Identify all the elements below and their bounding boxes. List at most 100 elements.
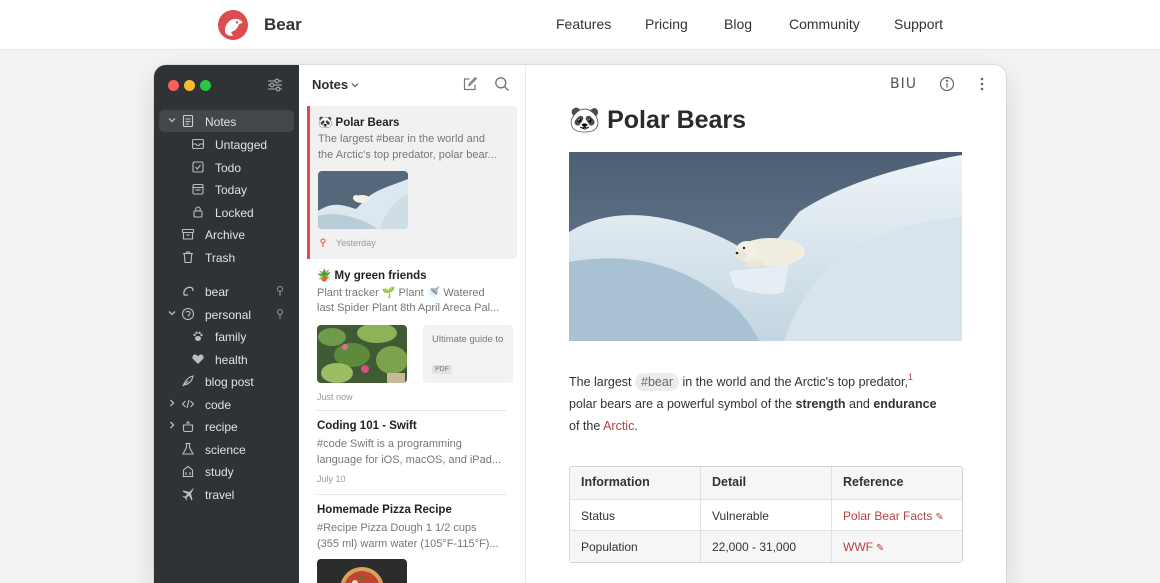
filter-sliders-icon[interactable] (266, 76, 284, 94)
pin-icon (277, 286, 283, 296)
pin-icon (320, 238, 326, 247)
sidebar-item-untagged[interactable]: Untagged (159, 133, 294, 155)
sidebar-item-recipe[interactable]: recipe (159, 415, 294, 437)
reference-link[interactable]: Polar Bear Facts (843, 509, 932, 523)
brand-name[interactable]: Bear (264, 15, 302, 35)
todo-checkbox-icon (192, 161, 204, 173)
plane-icon (182, 488, 194, 501)
sidebar-item-archive[interactable]: Archive (159, 223, 294, 245)
sidebar-item-label: Locked (215, 206, 254, 220)
sidebar-item-locked[interactable]: Locked (159, 201, 294, 223)
arctic-link[interactable]: Arctic (603, 419, 634, 433)
sidebar-item-blog-post[interactable]: blog post (159, 370, 294, 392)
bear-logo-icon[interactable] (217, 9, 249, 41)
info-icon[interactable] (939, 76, 955, 92)
table-header-row: Information Detail Reference (570, 467, 962, 499)
bear-tag-icon (183, 286, 194, 296)
table-row: Population 22,000 - 31,000 WWF ✎ (570, 530, 962, 562)
chevron-down-icon[interactable] (351, 82, 359, 88)
close-window-button[interactable] (168, 80, 179, 91)
paragraph-line: The largest #bear in the world and the A… (569, 372, 913, 391)
table-header-cell: Detail (701, 467, 832, 499)
note-date: Yesterday (336, 238, 376, 248)
calendar-icon (192, 183, 204, 195)
sidebar-item-label: recipe (205, 420, 238, 434)
more-vertical-icon[interactable] (979, 76, 985, 92)
sidebar-item-travel[interactable]: travel (159, 483, 294, 505)
sidebar-item-study[interactable]: study (159, 460, 294, 482)
note-snippet: (355 ml) warm water (105°F-115°F)... (317, 538, 499, 550)
sidebar-item-science[interactable]: science (159, 438, 294, 460)
table-cell: 22,000 - 31,000 (701, 531, 832, 562)
note-date: July 10 (317, 474, 346, 484)
info-table: Information Detail Reference Status Vuln… (569, 466, 963, 563)
pdf-title: Ultimate guide to (432, 334, 504, 345)
sidebar-item-label: Trash (205, 251, 236, 265)
nav-community[interactable]: Community (789, 16, 860, 32)
pin-icon (277, 309, 283, 319)
sidebar-item-family[interactable]: family (159, 325, 294, 347)
nav-features[interactable]: Features (556, 16, 611, 32)
paragraph-line: of the Arctic. (569, 419, 638, 433)
reference-link[interactable]: WWF (843, 540, 873, 554)
chevron-right-icon[interactable] (167, 420, 177, 430)
note-item-green-friends[interactable]: 🪴 My green friends Plant tracker 🌱 Plant… (307, 259, 517, 407)
sidebar-item-bear[interactable]: bear (159, 280, 294, 302)
note-item-pizza-recipe[interactable]: Homemade Pizza Recipe #Recipe Pizza Doug… (307, 495, 517, 583)
chevron-down-icon[interactable] (167, 115, 177, 125)
sidebar-item-notes[interactable]: Notes (159, 110, 294, 132)
note-item-polar-bears[interactable]: 🐼 Polar Bears The largest #bear in the w… (307, 106, 517, 259)
chevron-down-icon[interactable] (167, 308, 177, 318)
nav-support[interactable]: Support (894, 16, 943, 32)
note-title: 🐼 Polar Bears (318, 117, 400, 129)
sidebar-item-label: science (205, 443, 246, 457)
sidebar-item-label: blog post (205, 375, 254, 389)
sidebar-item-label: Notes (205, 115, 237, 129)
untagged-icon (191, 138, 205, 150)
table-cell: Polar Bear Facts ✎ (832, 500, 962, 531)
note-title: Coding 101 - Swift (317, 420, 417, 432)
note-list-title[interactable]: Notes (312, 77, 348, 92)
sidebar-item-code[interactable]: code (159, 393, 294, 415)
person-tag-icon (181, 307, 195, 321)
hashtag-bear[interactable]: #bear (635, 373, 679, 391)
sidebar-item-label: family (215, 330, 247, 344)
text-format-button[interactable]: BIU (890, 76, 917, 92)
archive-icon (181, 228, 195, 240)
nav-blog[interactable]: Blog (724, 16, 752, 32)
sidebar-item-todo[interactable]: Todo (159, 156, 294, 178)
building-icon (182, 465, 194, 478)
pencil-icon: ✎ (935, 511, 944, 523)
feather-icon (182, 375, 194, 387)
search-icon[interactable] (494, 76, 510, 92)
table-row: Status Vulnerable Polar Bear Facts ✎ (570, 498, 962, 531)
paragraph-line: polar bears are a powerful symbol of the… (569, 397, 937, 411)
plants-thumbnail (317, 325, 407, 383)
chevron-right-icon[interactable] (167, 398, 177, 408)
note-title-heading[interactable]: 🐼 Polar Bears (569, 106, 746, 135)
sidebar-item-label: travel (205, 488, 235, 502)
compose-icon[interactable] (462, 76, 478, 92)
sidebar-item-personal[interactable]: personal (159, 303, 294, 325)
table-cell: Status (570, 499, 701, 530)
table-header-cell: Information (570, 467, 701, 499)
site-header: Bear Features Pricing Blog Community Sup… (0, 0, 1160, 50)
sidebar: Notes Untagged Todo Today Locked Archive… (154, 65, 299, 583)
sidebar-item-label: Untagged (215, 138, 268, 152)
note-snippet: language for iOS, macOS, and iPad... (317, 454, 502, 466)
zoom-window-button[interactable] (200, 80, 211, 91)
sidebar-item-trash[interactable]: Trash (159, 246, 294, 268)
sidebar-item-health[interactable]: health (159, 348, 294, 370)
sidebar-item-today[interactable]: Today (159, 178, 294, 200)
sidebar-item-label: Today (215, 183, 248, 197)
trash-icon (183, 251, 193, 264)
footnote-marker[interactable]: 1 (908, 372, 913, 382)
note-item-coding-swift[interactable]: Coding 101 - Swift #code Swift is a prog… (307, 411, 517, 494)
pdf-attachment-card[interactable]: Ultimate guide to PDF (423, 325, 513, 383)
sidebar-item-label: personal (205, 308, 252, 322)
code-icon (181, 399, 195, 409)
note-snippet: #Recipe Pizza Dough 1 1/2 cups (317, 522, 477, 534)
nav-pricing[interactable]: Pricing (645, 16, 688, 32)
minimize-window-button[interactable] (184, 80, 195, 91)
note-snippet: #code Swift is a programming (317, 438, 462, 450)
